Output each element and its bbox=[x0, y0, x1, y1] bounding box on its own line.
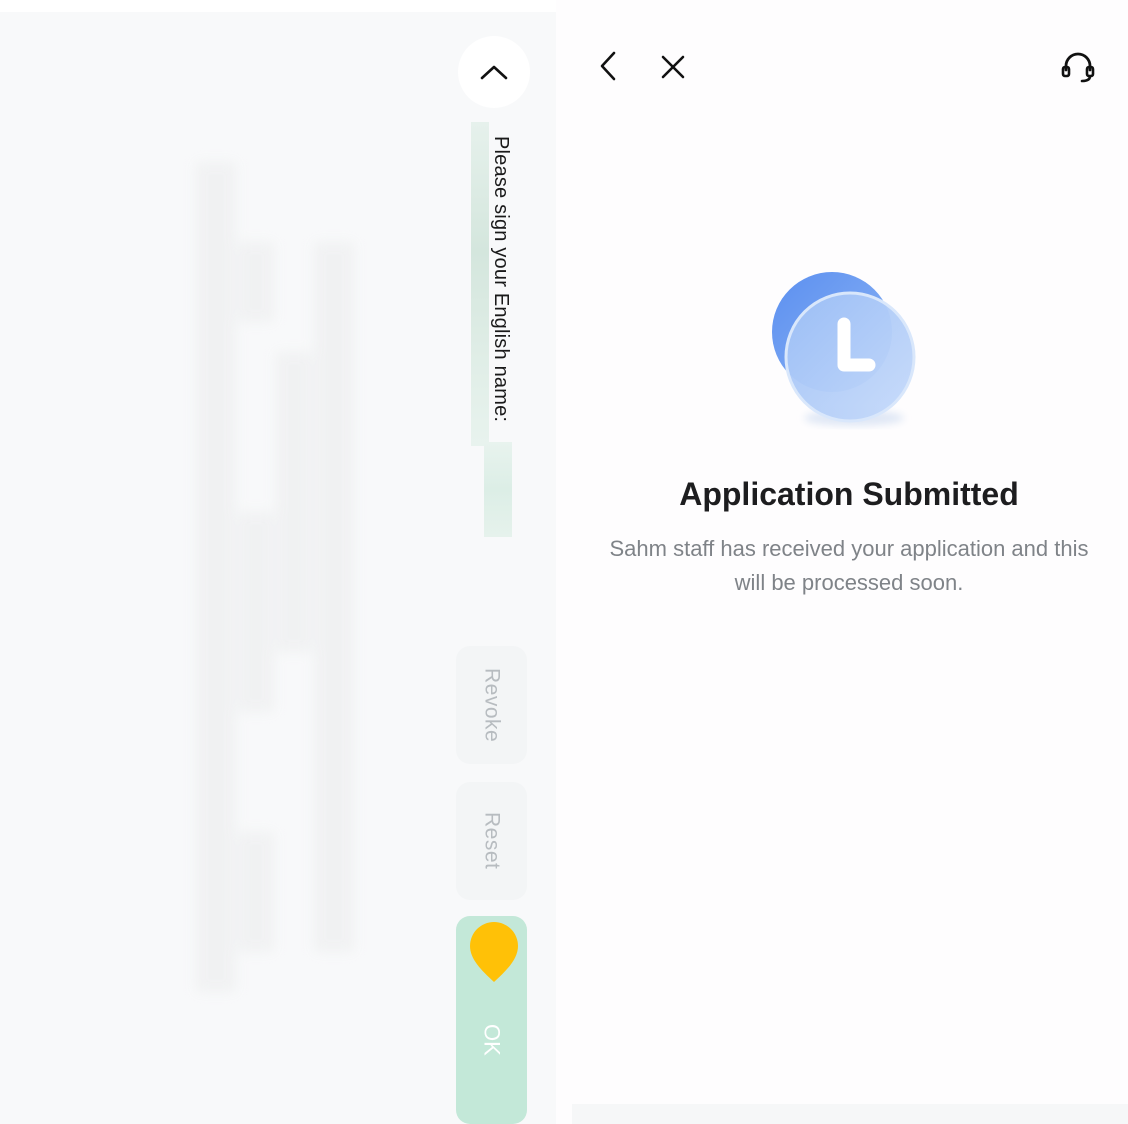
clock-icon bbox=[772, 272, 916, 426]
back-button[interactable] bbox=[594, 48, 622, 84]
location-pin-icon bbox=[470, 922, 518, 982]
customer-support-button[interactable] bbox=[1058, 48, 1098, 86]
status-page: Application Submitted Sahm staff has rec… bbox=[556, 0, 1128, 1124]
bottom-bar bbox=[572, 1104, 1128, 1124]
close-icon bbox=[661, 55, 685, 79]
chevron-up-icon bbox=[480, 65, 508, 80]
signature-stroke bbox=[484, 442, 512, 537]
signature-stroke bbox=[471, 122, 489, 446]
status-description: Sahm staff has received your application… bbox=[609, 536, 1089, 595]
headset-icon bbox=[1061, 52, 1095, 83]
collapse-button[interactable] bbox=[458, 36, 530, 108]
reset-button[interactable]: Reset bbox=[456, 782, 527, 900]
ok-label: OK bbox=[479, 1024, 505, 1056]
blurred-content bbox=[238, 242, 274, 322]
blurred-content bbox=[238, 512, 274, 712]
sign-prompt-label: Please sign your English name: bbox=[490, 136, 512, 423]
revoke-label: Revoke bbox=[480, 667, 504, 743]
reset-label: Reset bbox=[480, 812, 504, 870]
blurred-content bbox=[238, 832, 274, 952]
chevron-left-icon bbox=[600, 51, 616, 81]
blurred-content bbox=[314, 242, 354, 952]
blurred-content bbox=[276, 352, 312, 652]
signature-panel: Please sign your English name: Revoke Re… bbox=[0, 12, 556, 1124]
close-button[interactable] bbox=[656, 50, 690, 84]
revoke-button[interactable]: Revoke bbox=[456, 646, 527, 764]
blurred-content bbox=[196, 162, 236, 992]
status-title: Application Submitted bbox=[679, 476, 1019, 512]
